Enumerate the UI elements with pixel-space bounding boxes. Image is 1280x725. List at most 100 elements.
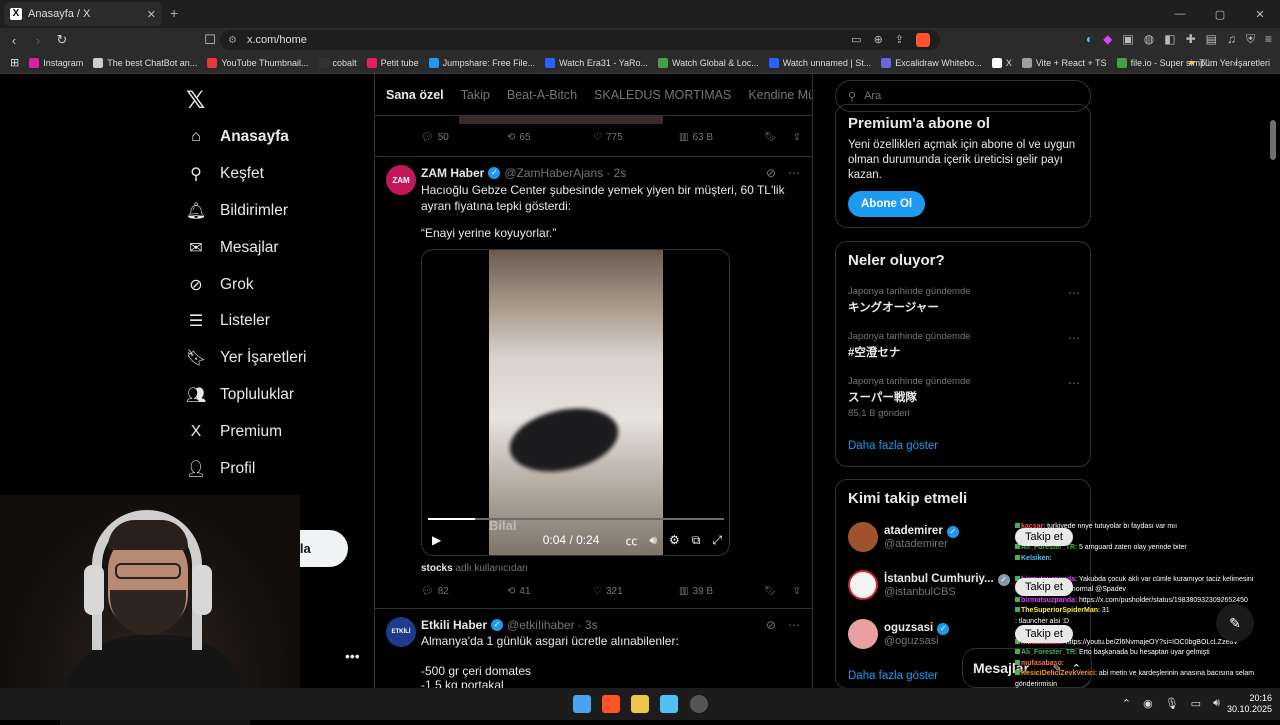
bookmark-icon[interactable]: 🔖︎ (764, 586, 777, 597)
avatar[interactable]: ETKİLİ (386, 617, 416, 647)
puzzle-extensions-icon[interactable]: ✚ (1186, 32, 1196, 47)
brave-app-icon[interactable] (602, 695, 620, 713)
music-icon[interactable]: ♫ (1227, 32, 1236, 47)
share-icon[interactable]: ⇪ (793, 586, 801, 597)
extension-2-icon[interactable]: ◆ (1103, 32, 1112, 47)
app-icon[interactable] (660, 695, 678, 713)
bookmark-page-icon[interactable]: ☐ (200, 32, 220, 48)
bookmark-item[interactable]: cobalt (318, 57, 357, 68)
author-name[interactable]: Etkili Haber (421, 618, 487, 632)
previous-post-media[interactable] (459, 116, 663, 124)
extension-4-icon[interactable]: ◍ (1144, 32, 1154, 47)
nav-item-bookmark[interactable]: 🔖︎ Yer İşaretleri (186, 348, 307, 368)
trend-item[interactable]: Japonya tarihinde gündemde #空澄セナ ⋯ (848, 331, 1080, 360)
avatar[interactable]: ZAM (386, 165, 416, 195)
nav-item-profile[interactable]: 👤︎ Profil (186, 459, 255, 479)
display-icon[interactable]: ▭ (1191, 697, 1201, 710)
post-time[interactable]: · 3s (578, 618, 598, 632)
follow-button[interactable]: Takip et (1015, 625, 1073, 643)
reply-button[interactable]: 💬︎ 50 (421, 132, 507, 143)
views-button[interactable]: ▥ 39 B (679, 586, 759, 597)
bookmark-icon[interactable]: 🔖︎ (764, 132, 777, 143)
apps-grid-icon[interactable]: ⊞ (10, 56, 19, 69)
author-name[interactable]: ZAM Haber (421, 166, 484, 180)
show-more-link[interactable]: Daha fazla göster (848, 440, 938, 452)
fullscreen-icon[interactable]: ⤢ (712, 533, 722, 548)
extension-5-icon[interactable]: ◧ (1164, 32, 1175, 47)
extension-1-icon[interactable]: ◐ (1086, 32, 1093, 47)
source-user[interactable]: stocks (421, 563, 453, 574)
tab-takip[interactable]: Takip (461, 88, 490, 102)
more-icon[interactable]: ⋯ (1068, 331, 1080, 345)
network-icon[interactable]: ◉ (1143, 697, 1153, 710)
trend-item[interactable]: Japonya tarihinde gündemde スーパー戦隊 85,1 B… (848, 376, 1080, 419)
avatar[interactable] (848, 619, 878, 649)
nav-item-bell[interactable]: 🔔︎ Bildirimler (186, 201, 288, 221)
tab-beat-a-bitch[interactable]: Beat-A-Bitch (507, 88, 577, 102)
bookmark-item[interactable]: Instagram (29, 57, 83, 68)
author-handle[interactable]: @etkiIihaber (507, 618, 575, 632)
file-explorer-icon[interactable] (631, 695, 649, 713)
menu-icon[interactable]: ≡ (1265, 32, 1272, 47)
popout-icon[interactable]: ⧉ (692, 533, 701, 548)
show-more-link[interactable]: Daha fazla göster (848, 670, 938, 682)
share-icon[interactable]: ⇪ (793, 132, 801, 143)
grok-icon[interactable]: ⊘ (766, 166, 776, 180)
share-icon[interactable]: ⇪ (895, 33, 904, 47)
nav-item-list[interactable]: ☰ Listeler (186, 311, 270, 331)
sidebar-toggle-icon[interactable]: ▤ (1206, 32, 1217, 47)
tab-sana-ozel[interactable]: Sana özel (386, 88, 444, 102)
video-progress-bar[interactable] (428, 518, 724, 520)
zoom-icon[interactable]: ⊕ (874, 33, 883, 47)
back-icon[interactable]: ‹ (4, 33, 24, 48)
close-window-button[interactable]: ✕ (1240, 8, 1280, 21)
volume-icon[interactable]: 🔊︎ (1213, 697, 1220, 710)
mic-icon[interactable]: 🎙︎ (1165, 697, 1179, 710)
video-player[interactable]: Bilal ▶ 0:04 / 0:24 ㏄ 🔊︎ ⚙ ⧉ ⤢ (421, 249, 730, 556)
grok-icon[interactable]: ⊘ (766, 618, 776, 632)
views-button[interactable]: ▥ 63 B (679, 132, 759, 143)
play-icon[interactable]: ▶ (432, 533, 441, 547)
avatar[interactable] (848, 522, 878, 552)
bookmark-item[interactable]: Watch unnamed | St... (768, 57, 871, 68)
post-time[interactable]: · 2s (606, 166, 626, 180)
nav-item-search[interactable]: ⚲ Keşfet (186, 164, 264, 184)
trend-item[interactable]: Japonya tarihinde gündemde キングオージャー ⋯ (848, 286, 1080, 315)
url-field[interactable]: ⚙ x.com/home ▭ ⊕ ⇪ (220, 30, 940, 50)
x-logo-icon[interactable]: 𝕏 (186, 86, 205, 115)
bookmark-item[interactable]: Watch Global & Loc... (658, 57, 759, 68)
maximize-button[interactable]: ▢ (1200, 8, 1240, 21)
follow-button[interactable]: Takip et (1015, 578, 1073, 596)
account-more-icon[interactable]: ••• (345, 648, 360, 664)
floating-compose-icon[interactable]: ✎ (1216, 604, 1254, 642)
tab-skaledus-mortimas[interactable]: SKALEDUS MORTIMAS (594, 88, 731, 102)
bookmark-item[interactable]: X (991, 57, 1012, 68)
site-info-icon[interactable]: ⚙ (228, 35, 237, 46)
bookmark-item[interactable]: The best ChatBot an... (93, 57, 197, 68)
repost-button[interactable]: ⟲ 41 (507, 586, 593, 597)
minimize-button[interactable]: — (1160, 8, 1200, 20)
like-button[interactable]: ♡ 321 (593, 586, 679, 597)
volume-icon[interactable]: 🔊︎ (649, 533, 657, 548)
windows-start-icon[interactable] (573, 695, 591, 713)
bookmark-item[interactable]: Vite + React + TS (1021, 57, 1107, 68)
bookmark-item[interactable]: Excalidraw Whitebo... (881, 57, 982, 68)
cast-icon[interactable]: ▭ (851, 33, 861, 47)
nav-item-home[interactable]: ⌂ Anasayfa (186, 127, 289, 147)
nav-item-grok[interactable]: ⊘ Grok (186, 275, 253, 295)
more-icon[interactable]: ⋯ (1068, 376, 1080, 390)
captions-icon[interactable]: ㏄ (625, 532, 637, 549)
tab-kendine-muz[interactable]: Kendine Müz (748, 88, 812, 102)
all-bookmarks-folder[interactable]: ▰ Tüm Yer İşaretleri (1189, 57, 1270, 68)
tab-close-icon[interactable]: ✕ (147, 8, 156, 21)
reload-icon[interactable]: ↻ (52, 32, 72, 48)
forward-icon[interactable]: › (28, 33, 48, 48)
nav-item-x-premium[interactable]: X Premium (186, 422, 282, 442)
nav-item-communities[interactable]: 👥︎ Topluluklar (186, 385, 294, 405)
nav-item-mail[interactable]: ✉ Mesajlar (186, 238, 278, 258)
subscribe-button[interactable]: Abone Ol (848, 191, 926, 217)
bookmark-item[interactable]: Petit tube (366, 57, 419, 68)
app-icon[interactable] (690, 695, 708, 713)
like-button[interactable]: ♡ 775 (593, 132, 679, 143)
avatar[interactable] (848, 570, 878, 600)
